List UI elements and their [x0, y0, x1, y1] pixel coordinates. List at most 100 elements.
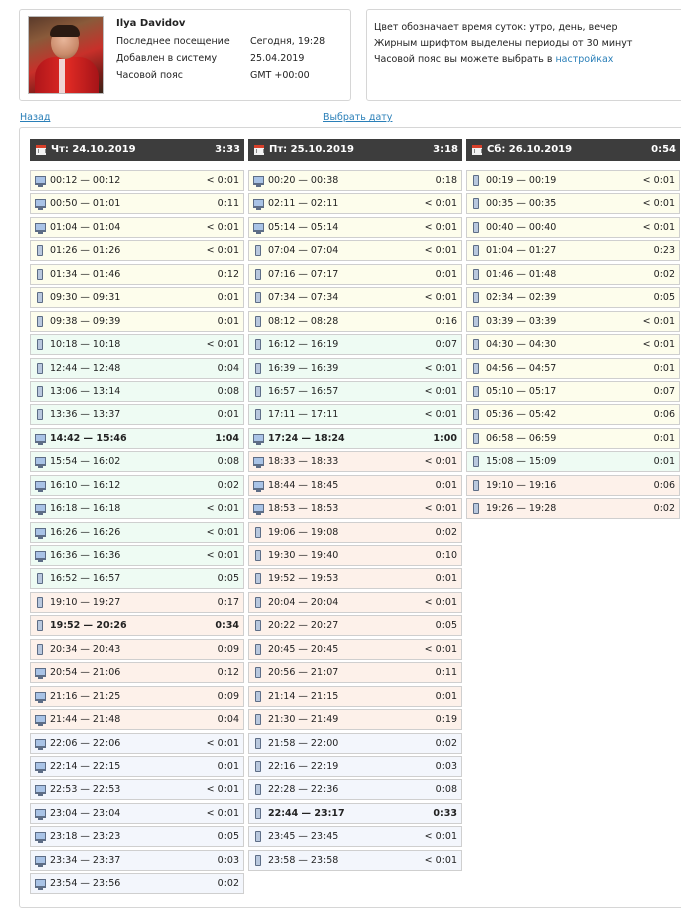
mobile-icon: [255, 339, 261, 351]
session-row: 01:34 — 01:46 0:12: [30, 263, 244, 285]
mobile-icon: [255, 807, 261, 819]
session-row: 20:54 — 21:06 0:12: [30, 662, 244, 684]
session-range: 20:56 — 21:07: [268, 667, 339, 679]
mobile-icon: [473, 198, 479, 210]
session-row: 01:04 — 01:27 0:23: [466, 240, 680, 262]
choose-date-link[interactable]: Выбрать дату: [323, 112, 392, 123]
session-range: 05:14 — 05:14: [268, 221, 339, 233]
mobile-icon: [255, 831, 261, 843]
mobile-icon: [473, 385, 479, 397]
session-duration: 0:23: [653, 245, 675, 257]
session-row: 16:52 — 16:57 0:05: [30, 568, 244, 590]
session-duration: 1:04: [215, 432, 239, 444]
session-range: 20:54 — 21:06: [50, 667, 121, 679]
session-row: 14:42 — 15:46 1:04: [30, 427, 244, 449]
session-duration: 0:11: [435, 667, 457, 679]
legend-bold-note: Жирным шрифтом выделены периоды от 30 ми…: [374, 38, 633, 49]
session-row: 13:36 — 13:37 0:01: [30, 404, 244, 426]
mobile-icon: [255, 409, 261, 421]
mobile-icon: [255, 760, 261, 772]
session-duration: 0:07: [435, 339, 457, 351]
session-range: 07:16 — 07:17: [268, 268, 339, 280]
mobile-icon: [37, 268, 43, 280]
session-range: 22:28 — 22:36: [268, 784, 339, 796]
session-duration: 0:01: [217, 760, 239, 772]
session-range: 00:12 — 00:12: [50, 175, 121, 186]
session-duration: 0:07: [653, 385, 675, 397]
session-row: 03:39 — 03:39 < 0:01: [466, 310, 680, 332]
session-row: 00:40 — 00:40 < 0:01: [466, 216, 680, 238]
session-row: 02:34 — 02:39 0:05: [466, 287, 680, 309]
day-column: Чт: 24.10.2019 3:33 00:12 — 00:12 < 0:01 00:…: [30, 139, 244, 897]
session-duration: 0:05: [217, 573, 239, 585]
session-duration: 0:04: [217, 714, 239, 726]
mobile-icon: [473, 268, 479, 280]
session-range: 06:58 — 06:59: [486, 432, 557, 444]
mobile-icon: [255, 620, 261, 632]
session-range: 18:53 — 18:53: [268, 503, 339, 515]
desktop-icon: [35, 691, 46, 703]
session-duration: < 0:01: [424, 596, 457, 608]
session-duration: 0:01: [435, 268, 457, 280]
session-duration: < 0:01: [424, 198, 457, 210]
session-range: 05:10 — 05:17: [486, 385, 557, 397]
mobile-icon: [255, 596, 261, 608]
session-row: 01:04 — 01:04 < 0:01: [30, 216, 244, 238]
session-duration: 0:01: [653, 362, 675, 374]
day-column: Пт: 25.10.2019 3:18 00:20 — 00:38 0:18 02:11…: [248, 139, 462, 873]
session-range: 02:34 — 02:39: [486, 292, 557, 304]
session-duration: < 0:01: [424, 409, 457, 421]
profile-card: Ilya Davidov Последнее посещение Сегодня…: [19, 9, 351, 101]
session-row: 23:45 — 23:45 < 0:01: [248, 826, 462, 848]
mobile-icon: [473, 245, 479, 257]
session-row: 19:10 — 19:27 0:17: [30, 591, 244, 613]
session-row: 21:16 — 21:25 0:09: [30, 685, 244, 707]
session-duration: < 0:01: [424, 245, 457, 257]
session-row: 18:44 — 18:45 0:01: [248, 474, 462, 496]
session-row: 00:19 — 00:19 < 0:01: [466, 170, 680, 191]
session-duration: 0:16: [435, 315, 457, 327]
session-range: 03:39 — 03:39: [486, 315, 557, 327]
session-duration: < 0:01: [424, 503, 457, 515]
day-date: Сб: 26.10.2019: [487, 144, 573, 155]
session-row: 08:12 — 08:28 0:16: [248, 310, 462, 332]
mobile-icon: [255, 245, 261, 257]
desktop-icon: [35, 668, 46, 680]
mobile-icon: [255, 362, 261, 374]
mobile-icon: [255, 667, 261, 679]
avatar[interactable]: [28, 16, 104, 94]
session-range: 22:44 — 23:17: [268, 807, 345, 819]
session-range: 16:39 — 16:39: [268, 362, 339, 374]
session-row: 19:06 — 19:08 0:02: [248, 521, 462, 543]
session-duration: < 0:01: [642, 315, 675, 327]
session-range: 16:10 — 16:12: [50, 479, 121, 491]
desktop-icon: [35, 176, 46, 187]
back-link[interactable]: Назад: [20, 112, 50, 123]
session-range: 19:26 — 19:28: [486, 503, 557, 515]
session-duration: < 0:01: [206, 175, 239, 186]
session-range: 19:06 — 19:08: [268, 526, 339, 538]
session-duration: 0:01: [217, 409, 239, 421]
mobile-icon: [37, 245, 43, 257]
day-header: Пт: 25.10.2019 3:18: [248, 139, 462, 161]
legend-color-note: Цвет обозначает время суток: утро, день,…: [374, 22, 618, 33]
session-range: 16:12 — 16:19: [268, 339, 339, 351]
session-duration: 0:01: [217, 292, 239, 304]
session-row: 23:34 — 23:37 0:03: [30, 849, 244, 871]
session-range: 14:42 — 15:46: [50, 432, 127, 444]
settings-link[interactable]: настройках: [555, 54, 613, 65]
session-row: 16:39 — 16:39 < 0:01: [248, 357, 462, 379]
session-duration: 0:02: [653, 503, 675, 515]
session-range: 16:18 — 16:18: [50, 503, 121, 515]
session-row: 17:11 — 17:11 < 0:01: [248, 404, 462, 426]
session-duration: 0:34: [215, 620, 239, 632]
session-duration: < 0:01: [424, 221, 457, 233]
desktop-icon: [253, 480, 264, 492]
session-row: 21:14 — 21:15 0:01: [248, 685, 462, 707]
desktop-icon: [35, 433, 46, 445]
session-range: 16:26 — 16:26: [50, 526, 121, 538]
session-range: 17:24 — 18:24: [268, 432, 345, 444]
session-row: 16:18 — 16:18 < 0:01: [30, 498, 244, 520]
session-range: 13:36 — 13:37: [50, 409, 121, 421]
day-header: Сб: 26.10.2019 0:54: [466, 139, 680, 161]
